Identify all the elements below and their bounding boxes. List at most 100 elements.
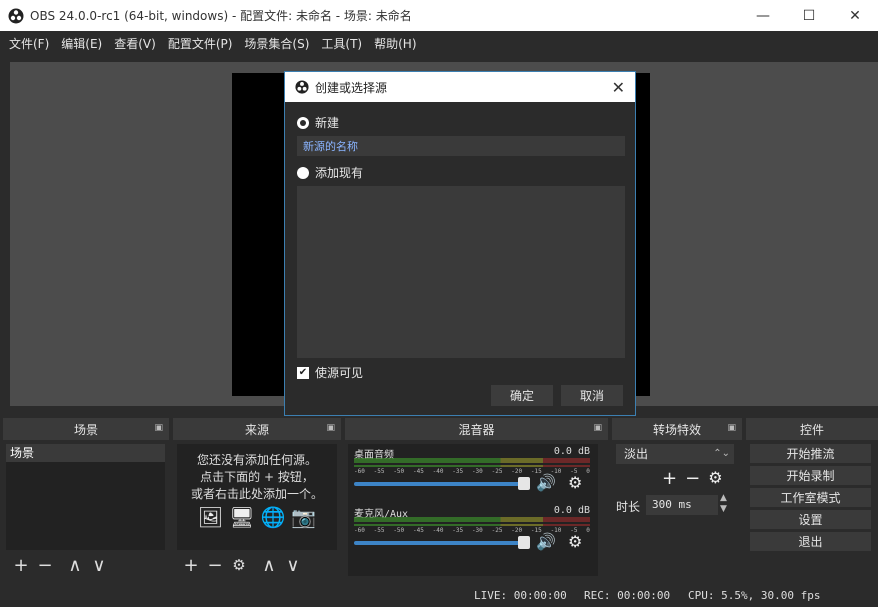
ok-button[interactable]: 确定 xyxy=(491,385,553,406)
scene-item[interactable]: 场景 xyxy=(6,444,165,462)
volume-meter xyxy=(354,517,590,522)
remove-scene-button[interactable]: − xyxy=(33,555,57,576)
settings-button[interactable]: 设置 xyxy=(750,510,871,529)
exit-button[interactable]: 退出 xyxy=(750,532,871,551)
transitions-dock-header: 转场特效 ▣ xyxy=(612,418,742,440)
menu-file[interactable]: 文件(F) xyxy=(3,35,55,52)
dialog-title: 创建或选择源 xyxy=(315,80,388,95)
cancel-button[interactable]: 取消 xyxy=(561,385,623,406)
transitions-dock: 转场特效 ▣ 淡出 ⌃⌄ + − ⚙ 时长 300 ms ▲ ▼ xyxy=(612,418,742,580)
sources-list[interactable]: 您还没有添加任何源。 点击下面的 + 按钮， 或者右击此处添加一个。 🖼 🖥 🌐… xyxy=(177,444,337,550)
radio-new-row[interactable]: 新建 xyxy=(297,114,339,131)
mixer-dock: 混音器 ▣ 桌面音频 0.0 dB -60 -55 -50 -45 -40 -35 -30-… xyxy=(345,418,608,580)
volume-slider[interactable] xyxy=(354,482,524,486)
add-scene-button[interactable]: + xyxy=(9,555,33,576)
obs-logo-icon xyxy=(8,8,24,23)
channel-db: 0.0 dB xyxy=(553,446,590,457)
maximize-button[interactable]: ☐ xyxy=(786,0,832,31)
transition-properties-gear-icon[interactable]: ⚙ xyxy=(708,468,722,489)
image-icon: 🖼 xyxy=(197,505,224,529)
start-recording-button[interactable]: 开始录制 xyxy=(750,466,871,485)
obs-logo-icon xyxy=(295,80,309,94)
menu-help[interactable]: 帮助(H) xyxy=(368,35,422,52)
transition-select[interactable]: 淡出 ⌃⌄ xyxy=(616,444,734,464)
menu-edit[interactable]: 编辑(E) xyxy=(55,35,108,52)
source-type-icons: 🖼 🖥 🌐 📷 xyxy=(177,505,337,529)
menu-scene-collection[interactable]: 场景集合(S) xyxy=(238,35,315,52)
transitions-dock-title: 转场特效 xyxy=(652,422,701,437)
move-down-button[interactable]: ∨ xyxy=(281,555,305,576)
close-window-button[interactable]: ✕ xyxy=(832,0,878,31)
add-source-button[interactable]: + xyxy=(179,555,203,576)
undock-icon[interactable]: ▣ xyxy=(154,423,163,433)
make-visible-row[interactable]: ✔ 使源可见 xyxy=(297,364,363,381)
duration-label: 时长 xyxy=(616,500,641,514)
scenes-toolbar: + − ∧ ∨ xyxy=(9,552,111,578)
controls-dock-header: 控件 xyxy=(746,418,878,440)
gear-icon[interactable]: ⚙ xyxy=(568,532,582,551)
sources-empty-hint: 您还没有添加任何源。 点击下面的 + 按钮， 或者右击此处添加一个。 🖼 🖥 🌐… xyxy=(177,444,337,529)
undock-icon[interactable]: ▣ xyxy=(326,423,335,433)
rec-timer: REC: 00:00:00 xyxy=(584,589,671,602)
sources-dock-title: 来源 xyxy=(244,422,269,437)
volume-slider-handle[interactable] xyxy=(518,477,530,490)
duration-input[interactable]: 300 ms xyxy=(646,495,718,515)
make-visible-label: 使源可见 xyxy=(315,366,364,380)
mixer-dock-title: 混音器 xyxy=(458,422,495,437)
scenes-list[interactable]: 场景 xyxy=(6,444,165,550)
cpu-fps: CPU: 5.5%, 30.00 fps xyxy=(688,589,821,602)
scenes-dock-header: 场景 ▣ xyxy=(3,418,169,440)
source-properties-gear-icon[interactable]: ⚙ xyxy=(227,556,251,574)
live-timer: LIVE: 00:00:00 xyxy=(474,589,567,602)
source-name-input[interactable] xyxy=(297,136,625,156)
menu-tools[interactable]: 工具(T) xyxy=(315,35,368,52)
speaker-icon[interactable]: 🔊 xyxy=(536,473,556,492)
radio-existing-row[interactable]: 添加现有 xyxy=(297,164,363,181)
existing-sources-list[interactable] xyxy=(297,186,625,358)
transition-select-value: 淡出 xyxy=(624,447,649,461)
remove-transition-button[interactable]: − xyxy=(685,468,700,489)
undock-icon[interactable]: ▣ xyxy=(727,423,736,433)
menu-view[interactable]: 查看(V) xyxy=(108,35,162,52)
remove-source-button[interactable]: − xyxy=(203,555,227,576)
duration-spinner[interactable]: ▲ ▼ xyxy=(720,493,727,515)
undock-icon[interactable]: ▣ xyxy=(593,423,602,433)
sources-dock-header: 来源 ▣ xyxy=(173,418,341,440)
move-down-button[interactable]: ∨ xyxy=(87,555,111,576)
camera-icon: 📷 xyxy=(291,505,317,529)
radio-new[interactable] xyxy=(297,116,309,129)
chevron-updown-icon: ⌃⌄ xyxy=(713,448,730,459)
monitor-icon: 🖥 xyxy=(229,505,255,529)
scenes-dock: 场景 ▣ 场景 + − ∧ ∨ xyxy=(3,418,169,580)
menu-bar: 文件(F) 编辑(E) 查看(V) 配置文件(P) 场景集合(S) 工具(T) … xyxy=(0,31,878,55)
radio-new-label: 新建 xyxy=(315,116,340,130)
dialog-close-button[interactable]: ✕ xyxy=(612,78,625,97)
radio-existing[interactable] xyxy=(297,166,309,179)
status-bar: LIVE: 00:00:00 REC: 00:00:00 CPU: 5.5%, … xyxy=(0,584,878,607)
minimize-button[interactable]: — xyxy=(740,0,786,31)
sources-toolbar: + − ⚙ ∧ ∨ xyxy=(179,552,305,578)
volume-meter xyxy=(354,524,590,526)
scenes-dock-title: 场景 xyxy=(73,422,98,437)
globe-icon: 🌐 xyxy=(260,505,286,529)
make-visible-checkbox[interactable]: ✔ xyxy=(297,366,309,379)
gear-icon[interactable]: ⚙ xyxy=(568,473,582,492)
channel-db: 0.0 dB xyxy=(553,505,590,516)
volume-slider-handle[interactable] xyxy=(518,536,530,549)
speaker-icon[interactable]: 🔊 xyxy=(536,532,556,551)
move-up-button[interactable]: ∧ xyxy=(257,555,281,576)
add-transition-button[interactable]: + xyxy=(662,468,677,489)
volume-meter xyxy=(354,458,590,463)
start-streaming-button[interactable]: 开始推流 xyxy=(750,444,871,463)
mixer-dock-header: 混音器 ▣ xyxy=(345,418,608,440)
transition-tools: + − ⚙ xyxy=(662,468,723,489)
sources-empty-line: 或者右击此处添加一个。 xyxy=(190,487,323,501)
mixer-panel: 桌面音频 0.0 dB -60 -55 -50 -45 -40 -35 -30 -25 -20-… xyxy=(348,444,598,576)
move-up-button[interactable]: ∧ xyxy=(63,555,87,576)
volume-slider[interactable] xyxy=(354,541,524,545)
title-bar: OBS 24.0.0-rc1 (64-bit, windows) - 配置文件:… xyxy=(0,0,878,31)
radio-existing-label: 添加现有 xyxy=(315,166,364,180)
studio-mode-button[interactable]: 工作室模式 xyxy=(750,488,871,507)
menu-profile[interactable]: 配置文件(P) xyxy=(162,35,239,52)
sources-empty-line: 点击下面的 + 按钮， xyxy=(200,470,314,484)
